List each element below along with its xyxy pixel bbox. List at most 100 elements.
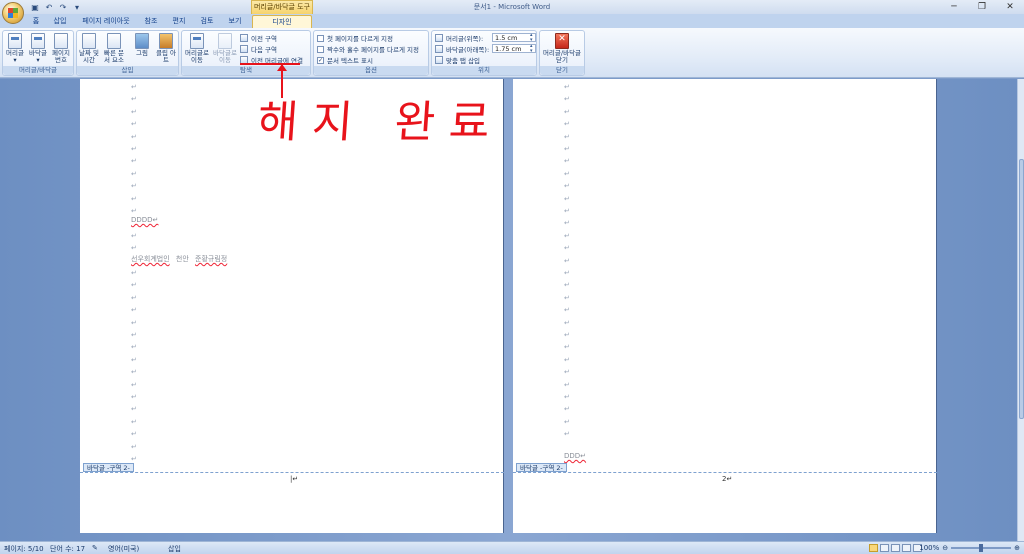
- text-person: 준황규림정: [195, 255, 228, 263]
- goto-footer-button[interactable]: 바닥글로 이동: [211, 33, 239, 64]
- proofing-icon[interactable]: ✎: [92, 544, 98, 552]
- paragraph-mark: ↵: [131, 443, 137, 451]
- group-navigation: 머리글로 이동 바닥글로 이동 이전 구역 다음 구역 이전 머리글에 연결 탐…: [181, 30, 311, 76]
- office-button[interactable]: [2, 2, 24, 24]
- tab-design[interactable]: 디자인: [252, 15, 312, 28]
- paragraph-mark: ↵: [564, 393, 570, 401]
- tab-home[interactable]: 홈: [28, 15, 44, 28]
- status-words[interactable]: 단어 수: 17: [50, 544, 85, 554]
- paragraph-mark: ↵: [131, 232, 137, 240]
- zoom-slider[interactable]: [951, 544, 1012, 552]
- paragraph-mark: ↵: [131, 405, 137, 413]
- restore-icon[interactable]: ❐: [968, 0, 996, 14]
- insert-align-tab-button[interactable]: 맞춤 탭 삽입: [435, 55, 480, 65]
- footer-boundary: [80, 472, 504, 473]
- customize-qat-icon[interactable]: ▾: [72, 2, 82, 12]
- paragraph-mark: ↵: [131, 195, 137, 203]
- text-korean-line[interactable]: 선우회계법인 천안 준황규림정: [131, 255, 227, 264]
- undo-icon[interactable]: ↶: [44, 2, 54, 12]
- header-top-spinner[interactable]: 1.5 cm: [492, 33, 536, 43]
- paragraph-mark: ↵: [564, 306, 570, 314]
- print-layout-view-icon[interactable]: [869, 544, 878, 552]
- paragraph-mark: ↵: [564, 120, 570, 128]
- page-number-button[interactable]: 페이지 번호: [50, 33, 72, 64]
- tab-mailings[interactable]: 편지: [169, 15, 189, 28]
- paragraph-mark: ↵: [131, 83, 137, 91]
- full-screen-view-icon[interactable]: [880, 544, 889, 552]
- tab-review[interactable]: 검토: [197, 15, 217, 28]
- office-logo-icon: [8, 8, 18, 18]
- different-first-page-checkbox[interactable]: 첫 페이지를 다르게 지정: [317, 33, 393, 43]
- web-layout-view-icon[interactable]: [891, 544, 900, 552]
- text-dddd[interactable]: DDDD↵: [131, 216, 158, 225]
- footer-boundary: [513, 472, 937, 473]
- tab-view[interactable]: 보기: [225, 15, 245, 28]
- paragraph-mark: ↵: [564, 257, 570, 265]
- goto-header-button[interactable]: 머리글로 이동: [183, 33, 211, 64]
- close-header-footer-button[interactable]: 머리글/바닥글 닫기: [542, 33, 582, 64]
- paragraph-mark: ↵: [131, 306, 137, 314]
- quick-access-toolbar: ▣ ↶ ↷ ▾: [28, 1, 82, 13]
- vertical-scrollbar[interactable]: [1017, 79, 1024, 541]
- title-bar: ▣ ↶ ↷ ▾ 머리글/바닥글 도구 문서1 - Microsoft Word …: [0, 0, 1024, 14]
- tab-insert[interactable]: 삽입: [50, 15, 70, 28]
- clip-art-button[interactable]: 클립 아트: [155, 33, 177, 64]
- prev-section-label: 이전 구역: [251, 35, 277, 43]
- zoom-in-icon[interactable]: ⊕: [1014, 544, 1020, 552]
- paragraph-mark: ↵: [131, 108, 137, 116]
- status-mode[interactable]: 삽입: [168, 544, 181, 554]
- footer-bottom-spinner[interactable]: 1.75 cm: [492, 44, 536, 54]
- picture-button[interactable]: 그림: [131, 33, 153, 57]
- save-icon[interactable]: ▣: [30, 2, 40, 12]
- checkbox-unchecked-icon: [317, 34, 324, 42]
- text-cursor[interactable]: |↵: [290, 475, 298, 484]
- status-language[interactable]: 영어(미국): [108, 544, 139, 554]
- page-2[interactable]: ↵ ↵ ↵ ↵ ↵ ↵ ↵ ↵ ↵ ↵ ↵ ↵ ↵ ↵ ↵ ↵ ↵ ↵ ↵ ↵ ↵ ↵ ↵ ↵ ↵ ↵ ↵ ↵ ↵ DDD↵ 바닥글 -…: [513, 79, 937, 533]
- ribbon-tabs: 홈 삽입 페이지 레이아웃 참조 편지 검토 보기 디자인: [0, 14, 1024, 28]
- paragraph-mark: ↵: [564, 343, 570, 351]
- paragraph-mark: ↵: [564, 83, 570, 91]
- scrollbar-thumb[interactable]: [1019, 159, 1024, 419]
- calendar-icon: [82, 33, 96, 49]
- group-close: 머리글/바닥글 닫기 닫기: [539, 30, 585, 76]
- redo-icon[interactable]: ↷: [58, 2, 68, 12]
- paragraph-mark: ↵: [131, 343, 137, 351]
- group-options: 첫 페이지를 다르게 지정 짝수와 홀수 페이지를 다르게 지정 ✓ 문서 텍스트…: [313, 30, 429, 76]
- paragraph-mark: ↵: [564, 195, 570, 203]
- text-ddd[interactable]: DDD↵: [564, 452, 586, 461]
- header-button[interactable]: 머리글 ▾: [4, 33, 26, 64]
- zoom-out-icon[interactable]: ⊖: [942, 544, 948, 552]
- zoom-level[interactable]: 100%: [919, 544, 939, 552]
- next-section-button[interactable]: 다음 구역: [240, 44, 277, 54]
- tab-page-layout[interactable]: 페이지 레이아웃: [80, 15, 132, 28]
- paragraph-mark: ↵: [564, 244, 570, 252]
- text-firm-name: 선우회계법인: [131, 255, 170, 263]
- paragraph-mark: ↵: [564, 430, 570, 438]
- footer-page-number[interactable]: 2↵: [722, 475, 732, 484]
- window-title: 문서1 - Microsoft Word: [473, 3, 551, 11]
- paragraph-mark: ↵: [131, 182, 137, 190]
- status-page[interactable]: 페이지: 5/10: [4, 544, 44, 554]
- paragraph-mark: ↵: [564, 232, 570, 240]
- show-document-text-checkbox[interactable]: ✓ 문서 텍스트 표시: [317, 55, 373, 65]
- paragraph-mark: ↵: [131, 281, 137, 289]
- goto-header-label: 머리글로 이동: [185, 49, 209, 64]
- paragraph-mark: ↵: [564, 356, 570, 364]
- quick-parts-button[interactable]: 빠른 문서 요소: [103, 33, 125, 64]
- paragraph-mark: ↵: [564, 133, 570, 141]
- paragraph-mark: ↵: [564, 281, 570, 289]
- prev-section-button[interactable]: 이전 구역: [240, 33, 277, 43]
- group-label-header-footer: 머리글/바닥글: [3, 66, 73, 75]
- close-icon: [555, 33, 569, 49]
- footer-button[interactable]: 바닥글 ▾: [27, 33, 49, 64]
- date-time-button[interactable]: 날짜 및 시간: [78, 33, 100, 64]
- different-odd-even-checkbox[interactable]: 짝수와 홀수 페이지를 다르게 지정: [317, 44, 419, 54]
- paragraph-mark: ↵: [131, 157, 137, 165]
- close-window-icon[interactable]: ✕: [996, 0, 1024, 14]
- outline-view-icon[interactable]: [902, 544, 911, 552]
- quick-parts-label: 빠른 문서 요소: [103, 49, 124, 64]
- footer-icon: [31, 33, 45, 49]
- minimize-icon[interactable]: ─: [940, 0, 968, 14]
- tab-references[interactable]: 참조: [141, 15, 161, 28]
- footer-bottom-row: 바닥글(아래쪽):: [435, 44, 489, 54]
